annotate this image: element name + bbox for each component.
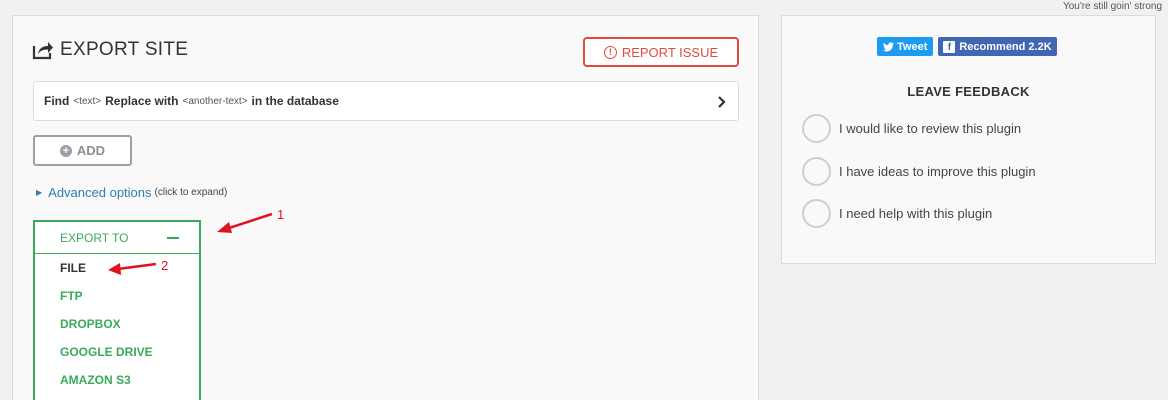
tweet-label: Tweet [897, 40, 928, 53]
tweet-button[interactable]: Tweet [877, 37, 934, 56]
feedback-option-help[interactable]: I need help with this plugin [802, 199, 992, 228]
export-option-ftp[interactable]: FTP [35, 282, 199, 310]
advanced-options-link[interactable]: Advanced options [48, 185, 151, 200]
feedback-option-ideas[interactable]: I have ideas to improve this plugin [802, 157, 1036, 186]
minus-icon [167, 236, 179, 239]
report-issue-label: REPORT ISSUE [621, 44, 719, 60]
export-site-panel: EXPORT SITE ! REPORT ISSUE Find <text> R… [12, 15, 759, 400]
export-to-dropdown: EXPORT TO FILE FTP DROPBOX GOOGLE DRIVE … [33, 220, 201, 400]
export-to-toggle[interactable]: EXPORT TO [35, 222, 199, 254]
page-title: EXPORT SITE [32, 39, 188, 61]
export-to-label: EXPORT TO [60, 230, 129, 245]
another-text-tag: <another-text> [182, 95, 248, 107]
chevron-right-icon [718, 96, 726, 108]
plus-circle-icon: + [59, 144, 72, 157]
share-export-icon [32, 42, 53, 60]
facebook-icon: f [943, 40, 956, 53]
add-label: ADD [76, 143, 106, 158]
feedback-panel: Tweet f Recommend 2.2K LEAVE FEEDBACK I … [781, 15, 1156, 264]
text-placeholder-tag: <text> [73, 95, 102, 107]
advanced-options-hint: (click to expand) [154, 187, 228, 198]
alert-circle-icon: ! [603, 45, 617, 59]
triangle-right-icon: ▶ [36, 188, 43, 197]
recommend-label: Recommend 2.2K [959, 40, 1052, 53]
export-option-file[interactable]: FILE [35, 254, 199, 282]
twitter-bird-icon [883, 41, 894, 51]
status-note: You're still goin' strong [1062, 1, 1162, 12]
export-option-google-drive[interactable]: GOOGLE DRIVE [35, 338, 199, 366]
radio-button[interactable] [802, 114, 831, 143]
radio-button[interactable] [802, 199, 831, 228]
find-label: Find [44, 94, 70, 108]
database-suffix: in the database [251, 94, 339, 108]
find-replace-row[interactable]: Find <text> Replace with <another-text> … [33, 81, 739, 121]
radio-button[interactable] [802, 157, 831, 186]
page-title-text: EXPORT SITE [60, 39, 189, 60]
advanced-options-row: ▶ Advanced options (click to expand) [36, 185, 227, 200]
feedback-title: LEAVE FEEDBACK [907, 84, 1030, 99]
feedback-option-label: I need help with this plugin [839, 206, 993, 221]
feedback-option-label: I have ideas to improve this plugin [839, 164, 1036, 179]
feedback-option-review[interactable]: I would like to review this plugin [802, 114, 1021, 143]
facebook-recommend-button[interactable]: f Recommend 2.2K [938, 37, 1057, 56]
add-button[interactable]: + ADD [33, 135, 132, 166]
report-issue-button[interactable]: ! REPORT ISSUE [583, 37, 739, 67]
feedback-option-label: I would like to review this plugin [839, 121, 1022, 136]
replace-label: Replace with [105, 94, 179, 108]
export-option-amazon-s3[interactable]: AMAZON S3 [35, 366, 199, 394]
social-buttons: Tweet f Recommend 2.2K [877, 37, 1057, 56]
export-option-dropbox[interactable]: DROPBOX [35, 310, 199, 338]
